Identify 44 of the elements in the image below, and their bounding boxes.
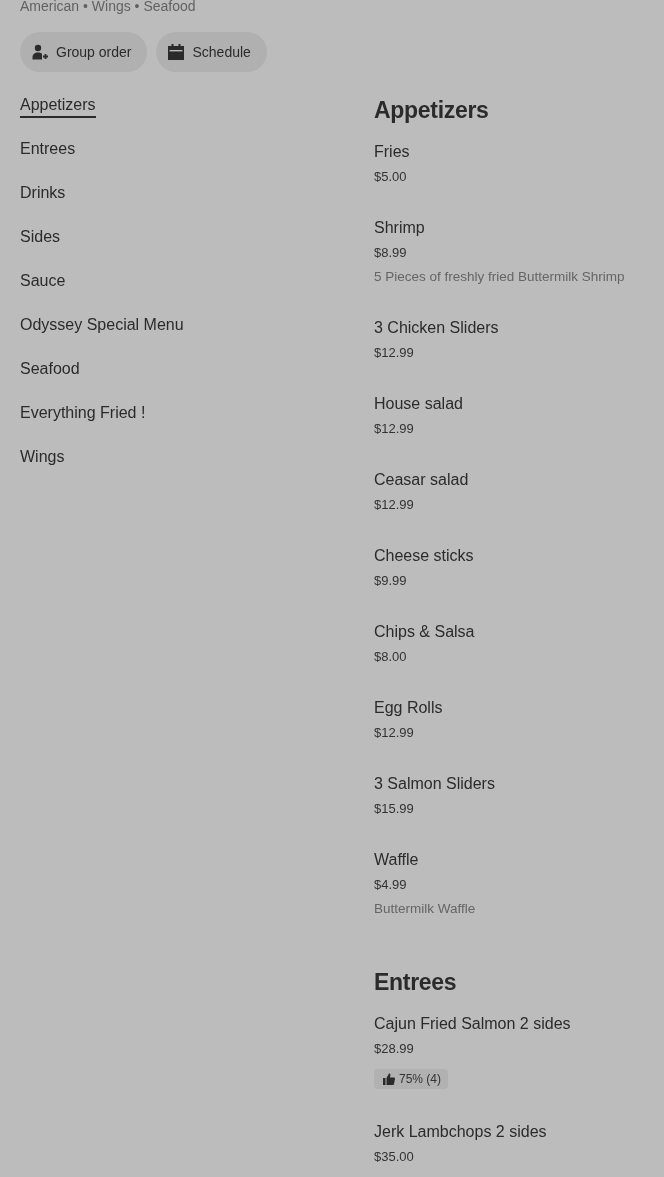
item-name: Ceasar salad <box>374 470 470 490</box>
category-tab[interactable]: Sauce <box>20 270 66 294</box>
section-heading: Appetizers <box>374 96 490 125</box>
item-price: $5.00 <box>374 168 408 186</box>
item-price: $12.99 <box>374 496 415 514</box>
item-price: $12.99 <box>374 724 415 742</box>
category-tab[interactable]: Appetizers <box>20 94 96 118</box>
item-price: $8.99 <box>374 244 408 262</box>
calendar-icon <box>168 44 185 60</box>
item-price: $15.99 <box>374 800 415 818</box>
item-price: $35.00 <box>374 1148 415 1166</box>
category-tab[interactable]: Everything Fried ! <box>20 402 146 426</box>
item-name: Cheese sticks <box>374 546 475 566</box>
item-price: $4.99 <box>374 876 408 894</box>
item-description: 5 Pieces of freshly fried Buttermilk Shrimp <box>374 268 626 286</box>
item-name: Egg Rolls <box>374 698 444 718</box>
item-name: 3 Chicken Sliders <box>374 318 500 338</box>
item-price: $12.99 <box>374 344 415 362</box>
category-tab[interactable]: Seafood <box>20 358 80 382</box>
thumbs-up-icon <box>383 1073 395 1085</box>
category-tab[interactable]: Wings <box>20 446 65 470</box>
category-tab[interactable]: Drinks <box>20 182 66 206</box>
item-name: Cajun Fried Salmon 2 sides <box>374 1014 572 1034</box>
item-name: Waffle <box>374 850 420 870</box>
item-description: Buttermilk Waffle <box>374 900 477 918</box>
person-plus-icon <box>32 44 48 60</box>
group-order-button[interactable]: Group order <box>20 32 148 72</box>
item-price: $28.99 <box>374 1040 415 1058</box>
item-price: $8.00 <box>374 648 408 666</box>
item-name: Shrimp <box>374 218 426 238</box>
item-price: $9.99 <box>374 572 408 590</box>
item-name: Fries <box>374 142 411 162</box>
item-name: House salad <box>374 394 464 414</box>
section-heading: Entrees <box>374 968 458 997</box>
item-name: Jerk Lambchops 2 sides <box>374 1122 548 1142</box>
rating-text: 75% (4) <box>399 1071 442 1088</box>
schedule-button[interactable]: Schedule <box>156 32 267 72</box>
cuisine-tags: American • Wings • Seafood <box>20 0 644 13</box>
item-price: $12.99 <box>374 420 415 438</box>
item-name: Chips & Salsa <box>374 622 476 642</box>
item-name: 3 Salmon Sliders <box>374 774 496 794</box>
category-tab[interactable]: Entrees <box>20 138 76 162</box>
category-tab[interactable]: Odyssey Special Menu <box>20 314 184 338</box>
category-tab[interactable]: Sides <box>20 226 61 250</box>
